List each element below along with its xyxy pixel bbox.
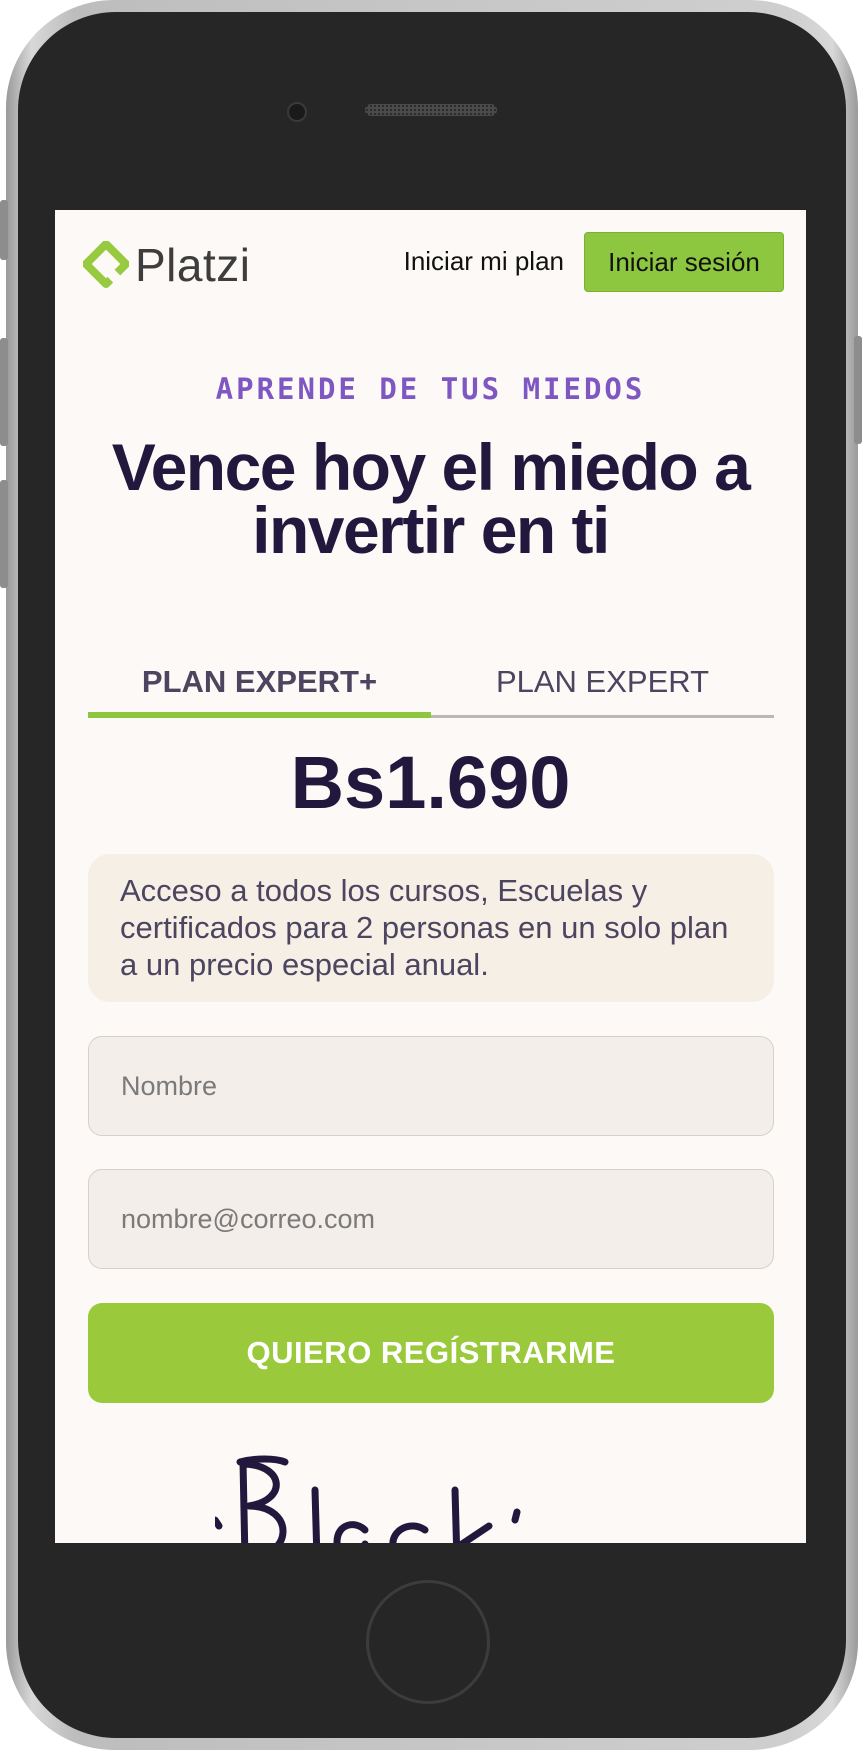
platzi-logo[interactable]: Platzi	[83, 238, 250, 292]
name-field[interactable]	[88, 1036, 774, 1136]
home-button[interactable]	[366, 1580, 490, 1704]
earpiece-speaker	[365, 104, 497, 116]
plan-price: Bs1.690	[290, 741, 571, 824]
black-friday-logo	[215, 1455, 521, 1543]
tab-plan-expert[interactable]: PLAN EXPERT	[431, 650, 774, 718]
email-field[interactable]	[88, 1169, 774, 1269]
mute-switch	[0, 200, 8, 260]
power-button	[854, 336, 862, 444]
phone-screen: Platzi Iniciar mi plan Iniciar sesión AP…	[55, 210, 806, 1543]
register-button[interactable]: QUIERO REGÍSTRARME	[88, 1303, 774, 1403]
start-plan-link[interactable]: Iniciar mi plan	[404, 246, 564, 277]
plan-tabs: PLAN EXPERT+ PLAN EXPERT	[88, 650, 774, 718]
volume-up-button	[0, 338, 8, 446]
plan-description: Acceso a todos los cursos, Escuelas y ce…	[88, 854, 774, 1002]
volume-down-button	[0, 480, 8, 588]
login-button[interactable]: Iniciar sesión	[584, 232, 784, 292]
logo-text: Platzi	[135, 239, 251, 291]
tab-plan-expert-plus[interactable]: PLAN EXPERT+	[88, 650, 431, 718]
page-title: Vence hoy el miedo a invertir en ti	[111, 430, 751, 567]
platzi-logo-icon	[83, 241, 129, 288]
eyebrow-text: APRENDE DE TUS MIEDOS	[215, 372, 646, 406]
front-camera	[287, 102, 307, 122]
site-header: Platzi Iniciar mi plan Iniciar sesión	[55, 210, 806, 310]
